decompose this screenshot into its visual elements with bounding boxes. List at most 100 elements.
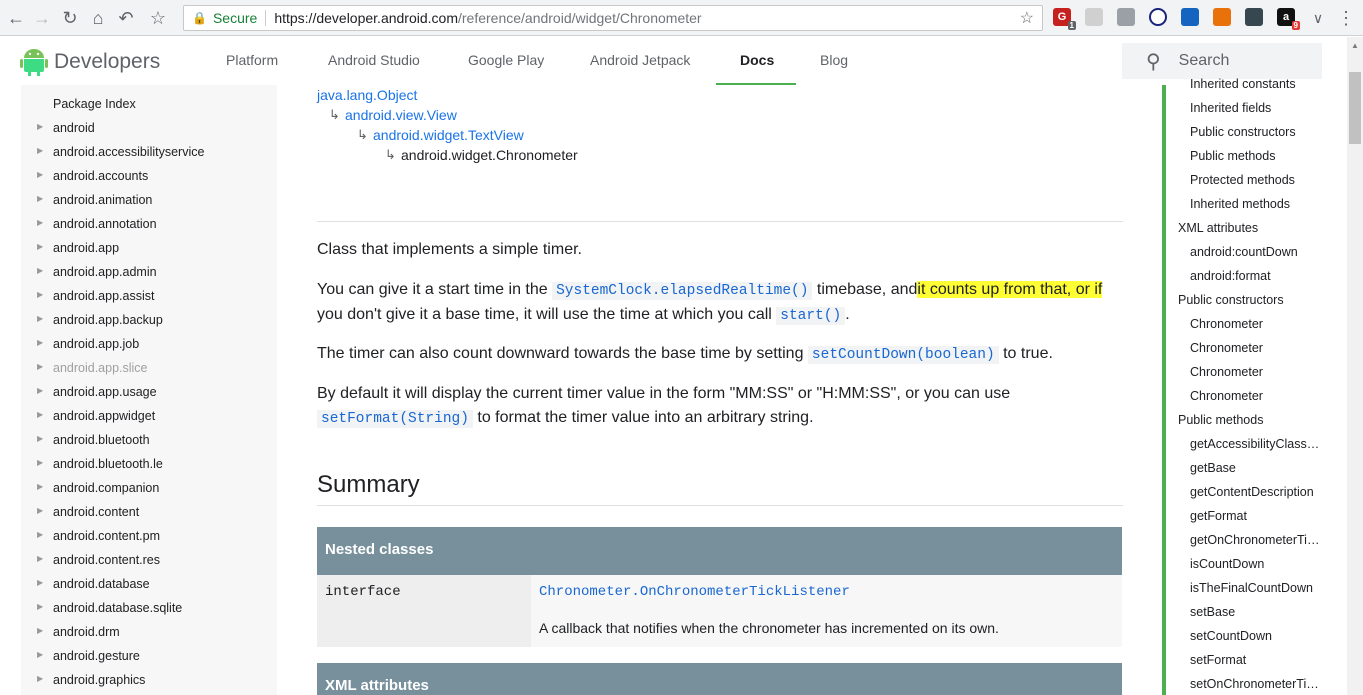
expand-caret-icon[interactable]: ▶ [37,146,43,155]
expand-caret-icon[interactable]: ▶ [37,458,43,467]
toc-item[interactable]: android:countDown [1190,245,1298,259]
nav-item-package[interactable]: ▶ android.content.res [21,549,277,573]
nav-item-package[interactable]: ▶ android.database [21,573,277,597]
expand-caret-icon[interactable]: ▶ [37,314,43,323]
toc-item[interactable]: getBase [1190,461,1236,475]
toc-item[interactable]: Inherited methods [1190,197,1290,211]
toc-item[interactable]: getOnChronometerTi… [1190,533,1319,547]
package-index-link[interactable]: Package Index [53,97,136,111]
toc-item[interactable]: Public methods [1178,413,1263,427]
nav-item-package[interactable]: ▶ android.content.pm [21,525,277,549]
toc-item[interactable]: Inherited fields [1190,101,1271,115]
expand-caret-icon[interactable]: ▶ [37,482,43,491]
nav-item-package[interactable]: ▶ android.annotation [21,213,277,237]
ext-7-icon[interactable] [1245,8,1263,26]
toc-item[interactable]: XML attributes [1178,221,1258,235]
chevron-down-icon[interactable]: ∨ [1306,6,1330,30]
nav-item-package[interactable]: ▶ android.accounts [21,165,277,189]
toc-item[interactable]: Chronometer [1190,365,1263,379]
expand-caret-icon[interactable]: ▶ [37,218,43,227]
toc-item[interactable]: Public constructors [1178,293,1284,307]
expand-caret-icon[interactable]: ▶ [37,578,43,587]
set-format-link[interactable]: setFormat(String) [317,410,473,428]
hierarchy-android-view-view[interactable]: android.view.View [345,107,457,123]
toc-item[interactable]: setFormat [1190,653,1246,667]
nav-item-package[interactable]: ▶ android.graphics [21,669,277,693]
toc-item[interactable]: getAccessibilityClass… [1190,437,1319,451]
search-input[interactable]: ⚲ Search [1122,43,1322,79]
nav-item-package[interactable]: ▶ android.app.job [21,333,277,357]
expand-caret-icon[interactable]: ▶ [37,626,43,635]
toc-item[interactable]: Protected methods [1190,173,1295,187]
expand-caret-icon[interactable]: ▶ [37,242,43,251]
url-text[interactable]: https://developer.android.com/reference/… [274,10,701,26]
nav-item-package[interactable]: ▶ android.app.assist [21,285,277,309]
toc-item[interactable]: Chronometer [1190,341,1263,355]
expand-caret-icon[interactable]: ▶ [37,410,43,419]
toc-item[interactable]: getFormat [1190,509,1247,523]
nav-item-package[interactable]: ▶ android [21,117,277,141]
hierarchy-java-lang-object[interactable]: java.lang.Object [317,87,417,103]
toc-item[interactable]: setOnChronometerTi… [1190,677,1319,691]
tab-google-play[interactable]: Google Play [468,52,544,68]
tab-android-studio[interactable]: Android Studio [328,52,420,68]
expand-caret-icon[interactable]: ▶ [37,650,43,659]
expand-caret-icon[interactable]: ▶ [37,194,43,203]
expand-caret-icon[interactable]: ▶ [37,506,43,515]
nav-item-package[interactable]: ▶ android.bluetooth.le [21,453,277,477]
nav-item-package[interactable]: ▶ android.companion [21,477,277,501]
nav-item-package[interactable]: ▶ android.gesture [21,645,277,669]
nav-item-package[interactable]: ▶ android.appwidget [21,405,277,429]
nav-item-package[interactable]: ▶ android.app.backup [21,309,277,333]
toc-item[interactable]: Inherited constants [1190,77,1296,91]
ext-6-icon[interactable] [1213,8,1231,26]
tab-blog[interactable]: Blog [820,52,848,68]
tab-android-jetpack[interactable]: Android Jetpack [590,52,690,68]
nav-item-package[interactable]: ▶ android.bluetooth [21,429,277,453]
scrollbar-thumb[interactable] [1349,72,1361,144]
toc-item[interactable]: Chronometer [1190,317,1263,331]
ext-5-icon[interactable] [1181,8,1199,26]
nav-item-package[interactable]: ▶ android.accessibilityservice [21,141,277,165]
expand-caret-icon[interactable]: ▶ [37,530,43,539]
expand-caret-icon[interactable]: ▶ [37,554,43,563]
ext-8-icon[interactable]: a9 [1277,8,1300,30]
expand-caret-icon[interactable]: ▶ [37,266,43,275]
bookmark-star-icon[interactable]: ☆ [146,6,170,30]
forward-arrow-icon[interactable]: → [30,6,54,30]
toc-item[interactable]: getContentDescription [1190,485,1314,499]
expand-caret-icon[interactable]: ▶ [37,290,43,299]
expand-caret-icon[interactable]: ▶ [37,674,43,683]
set-count-down-link[interactable]: setCountDown(boolean) [807,346,999,364]
toc-item[interactable]: android:format [1190,269,1271,283]
ext-3-icon[interactable] [1117,8,1135,26]
nav-item-package[interactable]: ▶ android.app.usage [21,381,277,405]
toc-item[interactable]: setBase [1190,605,1235,619]
toc-item[interactable]: isTheFinalCountDown [1190,581,1313,595]
expand-caret-icon[interactable]: ▶ [37,122,43,131]
expand-caret-icon[interactable]: ▶ [37,338,43,347]
page-scrollbar[interactable]: ▲ [1347,37,1363,695]
back-arrow-icon[interactable]: ← [4,6,28,30]
developers-logo[interactable]: Developers [20,47,160,77]
ext-1-icon[interactable]: G1 [1053,8,1076,30]
undo-icon[interactable]: ↶ [114,6,138,30]
nav-item-package[interactable]: ▶ android.app.slice [21,357,277,381]
toc-item[interactable]: Chronometer [1190,389,1263,403]
nav-item-package[interactable]: ▶ android.app.admin [21,261,277,285]
tick-listener-link[interactable]: Chronometer.OnChronometerTickListener [539,584,850,600]
ext-2-icon[interactable] [1085,8,1103,26]
toc-item[interactable]: Public constructors [1190,125,1296,139]
nav-item-package[interactable]: ▶ android.drm [21,621,277,645]
expand-caret-icon[interactable]: ▶ [37,362,43,371]
nav-item-package[interactable]: ▶ android.animation [21,189,277,213]
tab-docs[interactable]: Docs [740,52,774,68]
start-method-link[interactable]: start() [776,307,846,325]
tab-platform[interactable]: Platform [226,52,278,68]
expand-caret-icon[interactable]: ▶ [37,434,43,443]
bookmark-page-icon[interactable]: ☆ [1020,8,1034,28]
expand-caret-icon[interactable]: ▶ [37,602,43,611]
ext-4-icon[interactable] [1149,8,1167,26]
expand-caret-icon[interactable]: ▶ [37,170,43,179]
scroll-up-arrow-icon[interactable]: ▲ [1351,41,1359,50]
